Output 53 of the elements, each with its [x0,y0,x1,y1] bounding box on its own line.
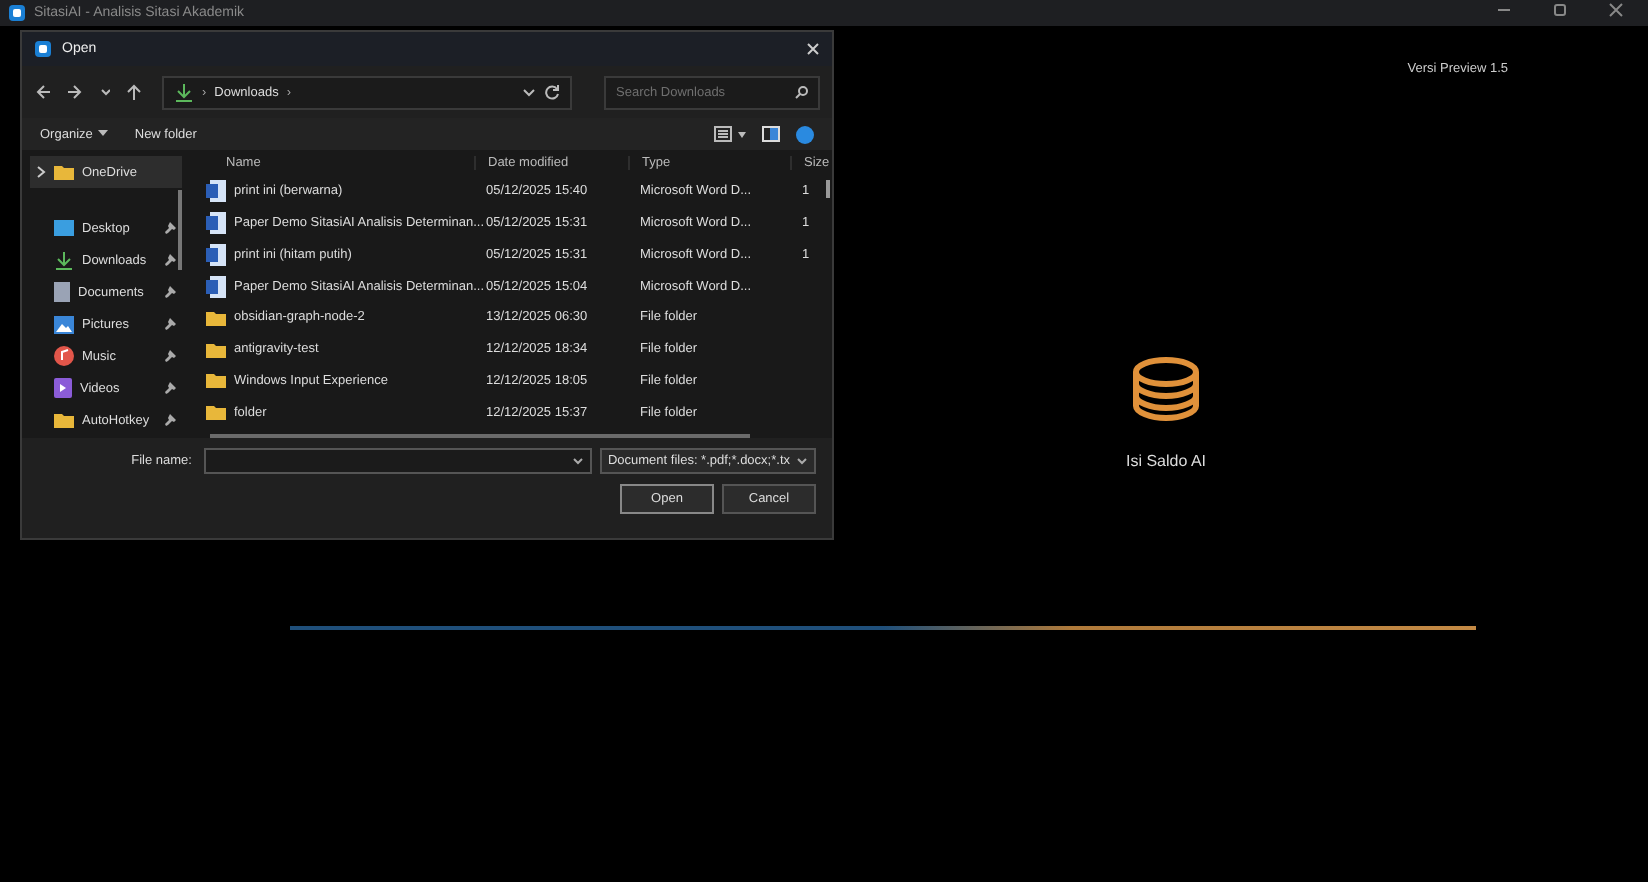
preview-pane-button[interactable] [762,126,780,142]
chevron-icon [36,166,46,178]
close-icon [1608,2,1624,18]
picture-icon [54,315,74,333]
word-document-icon [206,211,226,234]
app-icon [8,4,26,22]
dropdown-icon [571,458,584,466]
coins-icon [1130,356,1202,424]
refresh-icon [544,84,560,100]
close-icon [806,42,820,56]
search-icon [794,85,808,99]
folder-icon [54,412,74,428]
scrollbar[interactable] [178,190,182,270]
recent-icon [97,84,109,100]
desktop-icon [54,220,74,236]
view-button[interactable] [714,126,746,142]
back-button[interactable] [34,84,52,100]
word-document-icon [206,275,226,298]
scrollbar[interactable] [825,180,830,198]
back-icon [35,84,51,100]
forward-icon [65,84,81,100]
pin-icon [164,286,176,298]
pin-icon [164,254,176,266]
word-document-icon [206,180,226,203]
pin-icon [164,222,176,234]
music-icon [54,346,74,366]
list-view-icon [714,126,732,142]
close-button[interactable] [806,42,820,56]
caret-icon [738,131,746,137]
pin-icon [164,382,176,394]
forward-button[interactable] [64,84,82,100]
document-icon [54,282,70,302]
up-button[interactable] [124,84,142,100]
file-name-field[interactable] [203,448,592,474]
restore-icon [1552,2,1568,18]
video-icon [54,378,72,398]
pin-icon [164,318,176,330]
folder-icon [54,164,74,180]
caret-icon [98,130,109,138]
pin-icon [164,350,176,362]
help-icon [796,125,814,143]
preview-pane-icon [762,126,780,142]
dialog-icon [34,40,52,58]
download-icon [174,83,194,101]
scrollbar[interactable] [210,434,750,438]
dropdown-icon [522,87,536,97]
top-up-label[interactable]: Isi Saldo AI [1125,452,1207,470]
dropdown-icon [796,457,808,465]
pin-icon [164,414,176,426]
word-document-icon [206,243,226,266]
up-icon [125,84,141,100]
help-button[interactable] [796,125,814,143]
download-icon [54,251,74,269]
